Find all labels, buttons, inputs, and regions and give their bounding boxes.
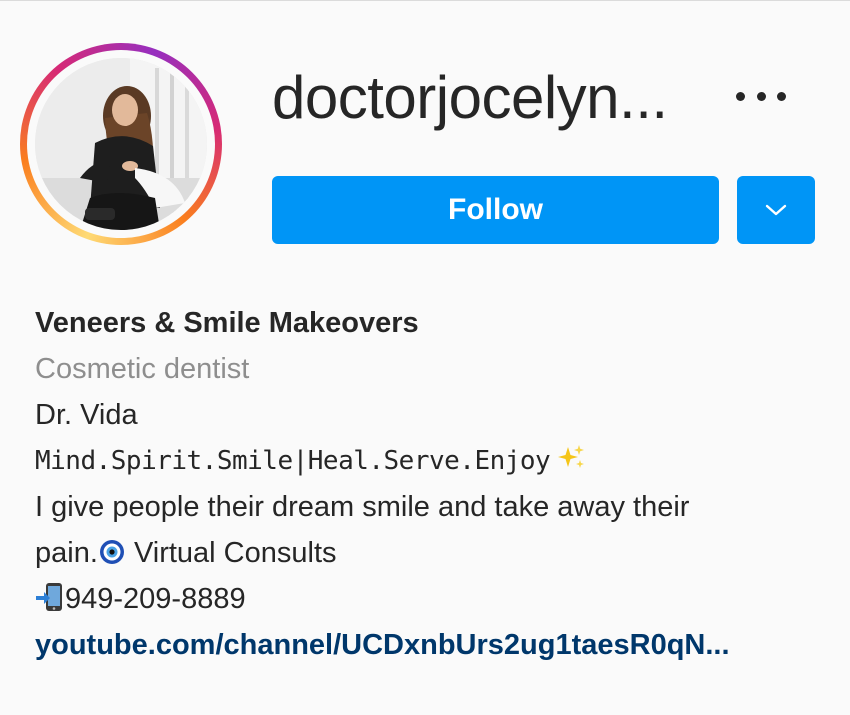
profile-bio: Veneers & Smile Makeovers Cosmetic denti… xyxy=(35,300,835,668)
profile-photo-icon xyxy=(35,58,207,230)
nazar-amulet-icon xyxy=(99,540,124,564)
suggested-accounts-button[interactable] xyxy=(737,176,815,244)
follow-button[interactable]: Follow xyxy=(272,176,719,244)
profile-username: doctorjocelyn... xyxy=(272,64,668,131)
bio-line-4: pain. Virtual Consults xyxy=(35,530,835,576)
bio-phone-line: 949-209-8889 xyxy=(35,576,835,622)
bio-full-name: Veneers & Smile Makeovers xyxy=(35,307,419,339)
dot xyxy=(756,91,766,101)
dot xyxy=(736,91,745,101)
avatar-story-ring[interactable] xyxy=(20,43,222,245)
bio-motto: Mind.Spirit.Smile|Heal.Serve.Enjoy xyxy=(35,446,551,476)
bio-category: Cosmetic dentist xyxy=(35,353,250,385)
bio-line-1: Dr. Vida xyxy=(35,399,138,431)
bio-line-4-after: Virtual Consults xyxy=(125,537,337,569)
bio-external-link[interactable]: youtube.com/channel/UCDxnbUrs2ug1taesR0q… xyxy=(35,629,730,661)
more-options-icon[interactable] xyxy=(736,82,786,110)
bio-line-2: Mind.Spirit.Smile|Heal.Serve.Enjoy xyxy=(35,438,835,484)
top-border xyxy=(0,0,850,1)
dot xyxy=(777,91,786,101)
bio-phone: 949-209-8889 xyxy=(65,583,246,615)
bio-link-line: youtube.com/channel/UCDxnbUrs2ug1taesR0q… xyxy=(35,622,835,668)
bio-line-4-text: pain. xyxy=(35,537,98,569)
mobile-phone-arrow-icon xyxy=(36,583,62,611)
chevron-down-icon xyxy=(765,204,787,216)
avatar-ring-gap xyxy=(27,50,215,238)
avatar[interactable] xyxy=(35,58,207,230)
sparkles-icon xyxy=(558,445,585,468)
bio-line-3: I give people their dream smile and take… xyxy=(35,491,690,523)
